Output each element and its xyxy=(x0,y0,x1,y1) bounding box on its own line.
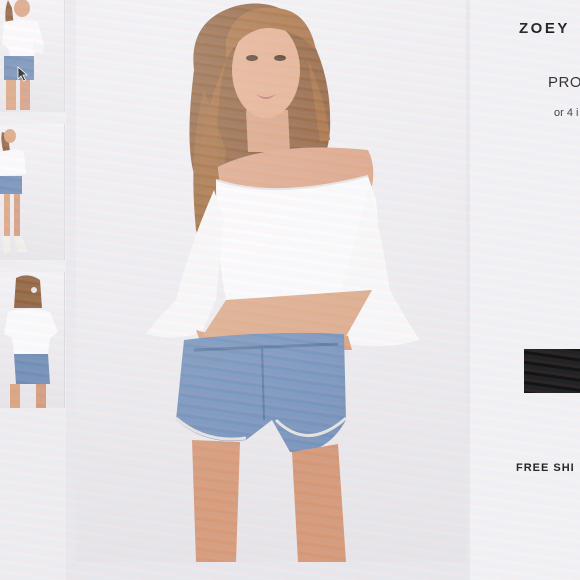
free-shipping-text: FREE SHI xyxy=(516,462,575,474)
product-thumbnail[interactable] xyxy=(0,124,65,260)
add-to-bag-button[interactable] xyxy=(524,349,580,393)
product-title: ZOEY xyxy=(519,20,570,37)
installments-text: or 4 i xyxy=(554,107,579,119)
mouse-pointer-icon xyxy=(17,66,29,82)
thumbnail-column xyxy=(0,0,66,580)
product-thumbnail[interactable] xyxy=(0,0,65,112)
product-thumbnail[interactable] xyxy=(0,272,65,408)
product-price: PRO xyxy=(548,74,580,91)
main-product-image[interactable] xyxy=(76,0,466,562)
